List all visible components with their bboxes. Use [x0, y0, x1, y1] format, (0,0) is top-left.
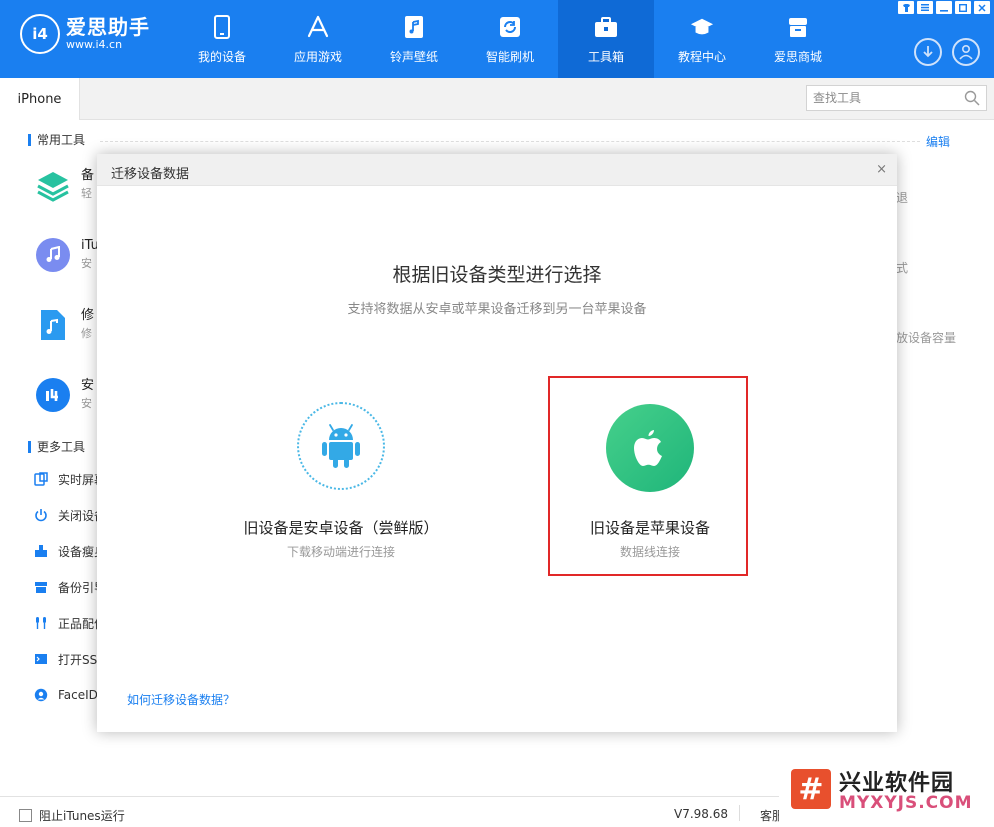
- audio-file-icon: [36, 308, 70, 342]
- help-link[interactable]: 如何迁移设备数据？: [127, 691, 235, 708]
- layers-icon: [36, 168, 70, 202]
- tab-iphone[interactable]: iPhone: [0, 78, 80, 120]
- app-logo: i4 爱思助手 www.i4.cn: [20, 14, 150, 54]
- nav-label: 教程中心: [677, 50, 726, 64]
- section-title-more: 更多工具: [28, 441, 85, 453]
- phone-icon: [210, 14, 234, 40]
- logo-badge-icon: i4: [20, 14, 60, 54]
- app-store-icon: [306, 14, 330, 40]
- migrate-data-dialog: 迁移设备数据 × 根据旧设备类型进行选择 支持将数据从安卓或苹果设备迁移到另一台…: [97, 154, 897, 732]
- section-title-common: 常用工具: [28, 134, 85, 146]
- watermark-url: MYXYJS.COM: [839, 793, 973, 813]
- toolbox-icon: [594, 14, 618, 40]
- screen-icon: [34, 472, 48, 486]
- dialog-subheading: 支持将数据从安卓或苹果设备迁移到另一台苹果设备: [347, 302, 647, 317]
- option-desc: 下载移动端进行连接: [286, 545, 395, 559]
- broom-icon: [34, 544, 48, 558]
- more-tool-label: FaceID: [58, 688, 98, 702]
- dialog-heading: 根据旧设备类型进行选择: [392, 264, 602, 286]
- tool-desc: 轻: [81, 187, 92, 200]
- more-tool-item[interactable]: 设备瘦身: [34, 543, 106, 559]
- tool-backup[interactable]: 备 轻: [36, 168, 94, 202]
- skin-icon[interactable]: [898, 1, 914, 14]
- nav-item-my-device[interactable]: 我的设备: [174, 0, 270, 78]
- music-note-icon: [36, 238, 70, 272]
- edit-link[interactable]: 编辑: [926, 133, 950, 150]
- option-apple-device[interactable]: 旧设备是苹果设备 数据线连接: [548, 376, 748, 576]
- version-label: V7.98.68: [674, 807, 729, 821]
- earphone-icon: [34, 616, 48, 630]
- face-id-icon: [34, 688, 48, 702]
- archive-icon: [34, 580, 48, 594]
- nav-label: 铃声壁纸: [389, 50, 438, 64]
- nav-label: 我的设备: [197, 50, 246, 64]
- search-box: [806, 85, 987, 111]
- download-icon[interactable]: [914, 38, 942, 66]
- sub-toolbar: iPhone: [0, 78, 994, 120]
- more-tool-item[interactable]: 备份引导: [34, 579, 106, 595]
- refresh-box-icon: [498, 14, 522, 40]
- terminal-icon: [34, 652, 48, 666]
- tool-desc-right: 放设备容量: [896, 331, 957, 345]
- watermark-logo-icon: #: [791, 769, 831, 809]
- app-name: 爱思助手: [66, 15, 150, 39]
- tool-install[interactable]: 安 安: [36, 378, 94, 412]
- close-icon[interactable]: ×: [876, 162, 887, 177]
- nav-item-toolbox[interactable]: 工具箱: [558, 0, 654, 78]
- tool-itunes[interactable]: iTu 安: [36, 238, 99, 272]
- app-url: www.i4.cn: [66, 38, 123, 51]
- nav-item-ringtones[interactable]: 铃声壁纸: [366, 0, 462, 78]
- tool-desc-right: 式: [896, 261, 909, 275]
- tool-desc: 安: [81, 397, 92, 410]
- option-android-device[interactable]: 旧设备是安卓设备（尝鲜版） 下载移动端进行连接: [241, 376, 441, 576]
- maximize-icon[interactable]: [955, 1, 971, 14]
- more-tool-item[interactable]: FaceID: [34, 687, 98, 703]
- tool-name: 修: [81, 308, 95, 323]
- i4-app-icon: [36, 378, 70, 412]
- window-controls: [898, 1, 990, 14]
- nav-label: 工具箱: [587, 50, 624, 64]
- watermark: # 兴业软件园 MYXYJS.COM: [779, 753, 994, 827]
- more-tool-item[interactable]: 关闭设备: [34, 507, 106, 523]
- more-tool-item[interactable]: 正品配件: [34, 615, 106, 631]
- music-file-icon: [402, 14, 426, 40]
- option-title: 旧设备是苹果设备: [589, 519, 710, 537]
- nav-label: 爱思商城: [773, 50, 822, 64]
- dialog-header: 迁移设备数据 ×: [97, 154, 897, 186]
- nav-item-flash[interactable]: 智能刷机: [462, 0, 558, 78]
- nav-label: 应用游戏: [293, 50, 342, 64]
- search-input[interactable]: [813, 91, 963, 105]
- top-header: i4 爱思助手 www.i4.cn 我的设备 应用游戏 铃声壁纸 智能刷机 工具…: [0, 0, 994, 78]
- power-icon: [34, 508, 48, 522]
- main-nav: 我的设备 应用游戏 铃声壁纸 智能刷机 工具箱 教程中心 爱思商城: [174, 0, 846, 78]
- tool-name: 安: [81, 378, 95, 393]
- divider: [739, 805, 740, 821]
- apple-icon: [606, 404, 694, 492]
- tool-desc: 修: [81, 327, 92, 340]
- nav-item-apps[interactable]: 应用游戏: [270, 0, 366, 78]
- user-avatar-icon[interactable]: [952, 38, 980, 66]
- minimize-icon[interactable]: [936, 1, 952, 14]
- divider: [100, 141, 920, 142]
- nav-label: 智能刷机: [485, 50, 534, 64]
- menu-icon[interactable]: [917, 1, 933, 14]
- nav-item-tutorials[interactable]: 教程中心: [654, 0, 750, 78]
- tool-repair[interactable]: 修 修: [36, 308, 94, 342]
- more-tool-label: 打开SS: [58, 652, 98, 667]
- graduation-cap-icon: [690, 14, 714, 40]
- dialog-title: 迁移设备数据: [111, 167, 190, 182]
- option-title: 旧设备是安卓设备（尝鲜版）: [243, 519, 439, 537]
- block-itunes-label[interactable]: 阻止iTunes运行: [39, 807, 125, 824]
- more-tool-item[interactable]: 打开SS: [34, 651, 97, 667]
- block-itunes-checkbox[interactable]: [19, 809, 32, 822]
- nav-item-store[interactable]: 爱思商城: [750, 0, 846, 78]
- more-tool-item[interactable]: 实时屏幕: [34, 471, 106, 487]
- store-icon: [786, 14, 810, 40]
- tool-name: 备: [81, 168, 95, 183]
- android-icon: [297, 402, 385, 490]
- tool-desc-right: 退: [896, 191, 909, 205]
- option-desc: 数据线连接: [619, 545, 680, 559]
- search-icon[interactable]: [964, 90, 980, 109]
- close-window-icon[interactable]: [974, 1, 990, 14]
